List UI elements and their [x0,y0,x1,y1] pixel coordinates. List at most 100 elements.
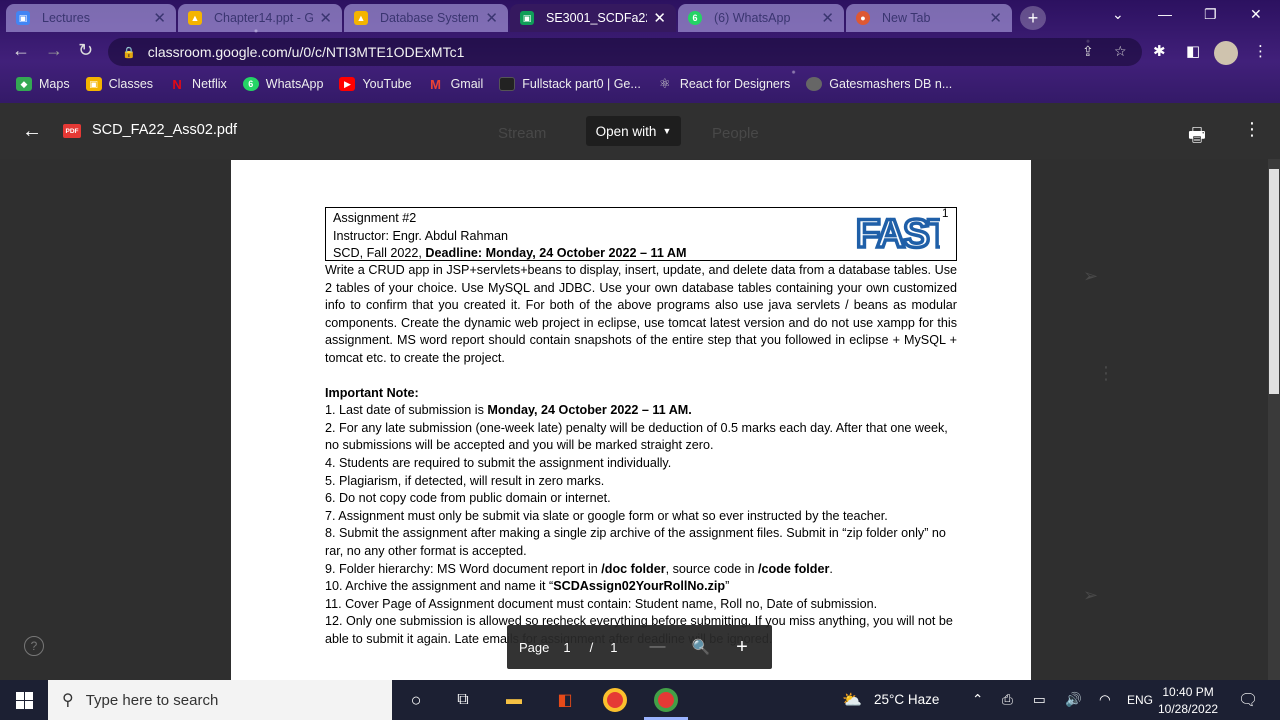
open-with-button[interactable]: Open with ▼ [586,116,681,146]
windows-start-icon[interactable] [16,692,33,709]
new-tab-button[interactable]: + [1020,6,1046,30]
chrome-profile-icon[interactable] [654,688,678,712]
window-close-icon[interactable]: ✕ [1250,6,1262,23]
task-view-icon[interactable]: ⧉ [451,688,475,712]
wifi-icon[interactable]: ◠ [1099,692,1111,708]
restore-icon[interactable]: ❐ [1204,6,1217,23]
fullstack-icon [499,77,516,91]
bookmarks-bar: ◆ Maps ▣ Classes N Netflix 6 WhatsApp ▶ YouTu… [0,72,1280,96]
react-icon: ⚛ [658,76,671,91]
url-text: classroom.google.com/u/0/c/NTI3MTE1ODExM… [147,44,465,60]
note-heading: Important Note: [325,385,419,400]
tab-new-tab[interactable]: ● New Tab ✕ [846,4,1012,32]
system-clock[interactable]: 10:40 PM 10/28/2022 [1158,684,1218,718]
reload-icon[interactable]: ↻ [78,40,93,61]
browser-chrome: ▣ Lectures ✕ ▲ Chapter14.ppt - Go ✕ ▲ Da… [0,0,1280,103]
classroom-icon: ▣ [16,11,30,25]
gmail-icon: M [430,76,441,92]
page-label: Page [519,639,550,655]
volume-icon[interactable]: 🔊 [1065,692,1082,708]
bookmark-star-icon[interactable]: ☆ [1114,43,1127,60]
note-item: 7. Assignment must only be submit via sl… [325,508,888,523]
youtube-icon: ▶ [339,77,356,91]
note-item: 6. Do not copy code from public domain o… [325,491,611,506]
back-arrow-icon[interactable]: ← [22,120,42,143]
page-separator: / [589,639,594,655]
page-controls: Page 1 / 1 — 🔍 + [507,625,772,669]
pdf-page: 1 Assignment #2 Instructor: Engr. Abdul … [231,160,1031,680]
tab-chapter14[interactable]: ▲ Chapter14.ppt - Go ✕ [178,4,342,32]
battery-icon[interactable]: ▭ [1033,692,1046,708]
zoom-reset-icon[interactable]: 🔍 [691,638,710,656]
close-icon[interactable]: ✕ [653,9,666,27]
profile-avatar[interactable] [1214,41,1238,65]
maps-icon: ◆ [16,77,32,91]
weather-icon[interactable]: ⛅ [842,690,862,710]
page-current-input[interactable]: 1 [563,640,570,655]
drive-icon: ▲ [354,11,368,25]
tab-whatsapp[interactable]: 6 (6) WhatsApp ✕ [678,4,844,32]
note-item: 1. Last date of submission is Monday, 24… [325,403,692,418]
bookmark-fullstack[interactable]: Fullstack part0 | Ge... [499,77,641,91]
tab-se3001[interactable]: ▣ SE3001_SCDFa22 ✕ [510,4,676,32]
address-bar[interactable]: 🔒 classroom.google.com/u/0/c/NTI3MTE1ODE… [108,38,1142,66]
tab-lectures[interactable]: ▣ Lectures ✕ [6,4,176,32]
chrome-icon[interactable] [603,688,627,712]
zoom-out-icon[interactable]: — [649,638,665,656]
tab-strip: ▣ Lectures ✕ ▲ Chapter14.ppt - Go ✕ ▲ Da… [0,0,1280,34]
ghost-people-tab: People [712,125,759,142]
bookmark-whatsapp[interactable]: 6 WhatsApp [242,77,323,91]
close-icon[interactable]: ✕ [319,9,332,27]
share-icon[interactable]: ⇪ [1082,43,1094,60]
close-icon[interactable]: ✕ [821,9,834,27]
scrollbar-thumb[interactable] [1269,169,1279,394]
tab-database-systems[interactable]: ▲ Database Systems ✕ [344,4,508,32]
bookmark-gatesmashers[interactable]: Gatesmashers DB n... [806,77,952,91]
note-item: 11. Cover Page of Assignment document mu… [325,596,878,611]
notifications-icon[interactable]: 🗨 [1238,690,1258,710]
minimize-icon[interactable]: — [1158,6,1172,22]
note-item: 4. Students are required to submit the a… [325,455,672,470]
windows-taskbar: ⚲ Type here to search ○ ⧉ ▬ ◧ ⛅ 25°C Haz… [0,680,1280,720]
fast-logo: FAST [855,211,940,253]
file-explorer-icon[interactable]: ▬ [502,688,526,712]
show-hidden-icons-icon[interactable]: ⌃ [972,692,983,708]
more-options-icon[interactable]: ⋮ [1243,119,1261,140]
bookmark-classes[interactable]: ▣ Classes [85,77,153,91]
back-icon[interactable]: ← [12,40,30,61]
zoom-in-icon[interactable]: + [736,636,748,659]
chrome-menu-icon[interactable]: ⋮ [1253,42,1268,60]
cortana-icon[interactable]: ○ [404,688,428,712]
forward-icon[interactable]: → [45,40,63,61]
meet-now-icon[interactable]: ⎙ [1002,692,1013,708]
pdf-viewer: ← PDF SCD_FA22_Ass02.pdf Stream People O… [0,103,1280,680]
caret-down-icon: ▼ [662,126,672,136]
note-item: 8. Submit the assignment after making a … [325,526,946,558]
office-icon[interactable]: ◧ [553,688,577,712]
taskbar-search-input[interactable]: ⚲ Type here to search [48,680,392,720]
sidepanel-icon[interactable]: ◧ [1186,42,1200,60]
duckduckgo-icon: ● [856,11,870,25]
bookmark-maps[interactable]: ◆ Maps [16,77,70,91]
whatsapp-icon: 6 [688,11,702,25]
bookmark-youtube[interactable]: ▶ YouTube [339,77,412,91]
ghost-stream-tab: Stream [498,125,547,142]
note-item: 10. Archive the assignment and name it “… [325,579,730,594]
pdf-file-icon: PDF [63,124,81,138]
language-indicator[interactable]: ENG [1127,693,1153,707]
bookmark-netflix[interactable]: N Netflix [169,77,226,92]
help-icon[interactable]: ? [24,636,44,656]
bookmark-react-for-designers[interactable]: ⚛ React for Designers [657,76,790,91]
svg-text:FAST: FAST [856,212,940,253]
print-icon[interactable]: 🖶 [1188,121,1206,153]
close-icon[interactable]: ✕ [989,9,1002,27]
classroom-icon: ▣ [520,11,534,25]
close-icon[interactable]: ✕ [153,9,166,27]
tab-search-icon[interactable]: ⌄ [1112,6,1124,23]
bookmark-gmail[interactable]: M Gmail [428,76,483,92]
extensions-icon[interactable]: ✱ [1153,42,1166,60]
weather-text[interactable]: 25°C Haze [874,692,939,707]
close-icon[interactable]: ✕ [485,9,498,27]
ghost-more-icon: ⋮ [1097,363,1115,383]
drive-icon: ▲ [188,11,202,25]
